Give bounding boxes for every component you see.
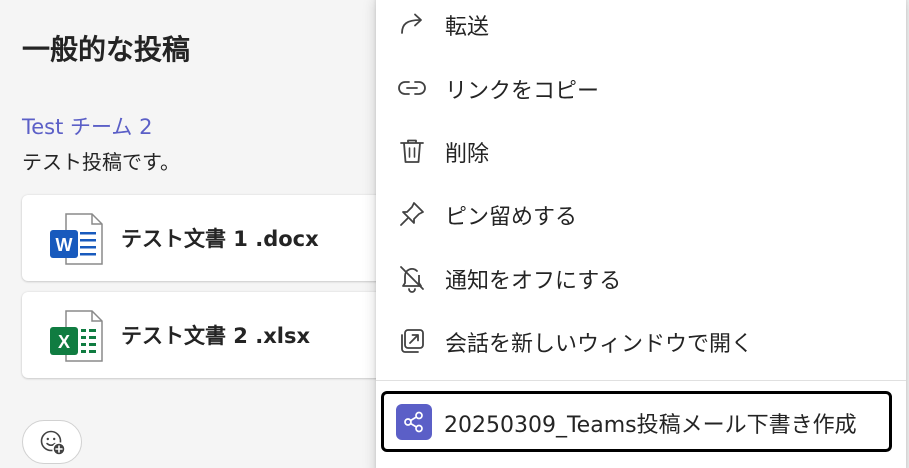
word-icon-letter: W — [56, 235, 73, 255]
post-text: テスト投稿です。 — [22, 150, 180, 174]
menu-item-open-in-new-window[interactable]: 会話を新しいウィンドウで開く — [376, 313, 906, 369]
menu-item-pin[interactable]: ピン留めする — [376, 186, 906, 242]
attachment-name: テスト文書 2 .xlsx — [121, 324, 310, 348]
trash-icon — [400, 139, 424, 163]
menu-divider — [376, 380, 906, 381]
workflow-action-label: 20250309_Teams投稿メール下書き作成 — [444, 413, 857, 438]
workflow-app-badge — [396, 404, 432, 440]
post-title: 一般的な投稿 — [22, 33, 191, 66]
menu-item-forward[interactable]: 転送 — [376, 0, 906, 52]
attachment-name: テスト文書 1 .docx — [121, 227, 319, 251]
workflow-share-icon — [404, 411, 423, 433]
menu-item-label: 通知をオフにする — [445, 269, 622, 294]
link-icon — [398, 81, 426, 95]
attachment-card-excel[interactable]: X テスト文書 2 .xlsx — [22, 292, 402, 378]
word-file-icon: W — [50, 213, 103, 265]
add-reaction-button[interactable] — [22, 420, 82, 464]
teams-channel-view: 一般的な投稿 Test チーム 2 テスト投稿です。 W テスト文書 1 .do… — [0, 0, 909, 468]
excel-file-icon: X — [50, 310, 103, 362]
bell-off-icon — [400, 266, 424, 293]
excel-icon-letter: X — [58, 332, 70, 352]
menu-item-delete[interactable]: 削除 — [376, 123, 906, 179]
popout-icon — [401, 329, 424, 353]
channel-link[interactable]: Test チーム 2 — [22, 111, 152, 141]
menu-item-label: 転送 — [445, 15, 490, 40]
attachment-card-word[interactable]: W テスト文書 1 .docx — [22, 195, 402, 281]
emoji-add-icon — [40, 430, 66, 456]
menu-item-label: リンクをコピー — [445, 79, 600, 104]
menu-item-copy-link[interactable]: リンクをコピー — [376, 60, 906, 116]
forward-icon — [401, 13, 422, 34]
menu-item-workflow-action[interactable]: 20250309_Teams投稿メール下書き作成 — [381, 391, 892, 452]
menu-item-label: ピン留めする — [445, 205, 578, 230]
menu-item-turn-off-notifications[interactable]: 通知をオフにする — [376, 250, 906, 306]
message-context-menu: 転送 リンクをコピー 削除 ピン留めする 通知をオフにする 会話を新しいウィンド… — [376, 0, 906, 468]
menu-item-label: 会話を新しいウィンドウで開く — [445, 332, 754, 357]
menu-item-label: 削除 — [445, 142, 490, 167]
pin-icon — [400, 202, 424, 226]
